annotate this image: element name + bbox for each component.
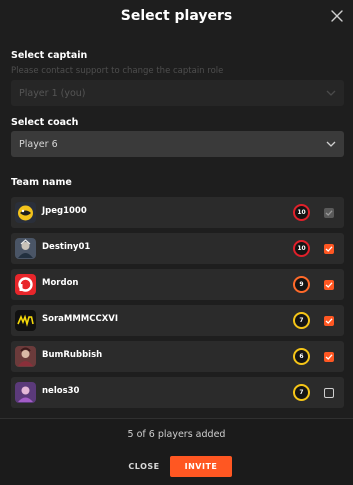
- coach-select[interactable]: Player 6: [11, 131, 344, 157]
- dialog-header: Select players: [0, 0, 353, 34]
- chevron-down-icon: [326, 90, 336, 96]
- rating-badge: 7: [293, 312, 310, 329]
- player-checkbox[interactable]: [324, 244, 334, 254]
- chevron-down-icon: [326, 141, 336, 147]
- rating-badge: 7: [293, 384, 310, 401]
- checkmark-icon: [325, 318, 333, 324]
- player-list: Jpeg1000 10 Destiny01 10 Mordon 9 SoraMM…: [11, 197, 344, 413]
- dialog-footer: 5 of 6 players added CLOSE INVITE: [0, 419, 353, 485]
- checkmark-icon: [325, 282, 333, 288]
- rating-badge: 9: [293, 276, 310, 293]
- navi-logo-icon: [15, 310, 36, 331]
- red-p-logo-icon: [15, 274, 36, 295]
- captain-select-value: Player 1 (you): [19, 87, 86, 99]
- character-portrait-icon: [15, 238, 36, 259]
- checkmark-icon: [325, 354, 333, 360]
- invite-button[interactable]: INVITE: [170, 456, 232, 477]
- player-name: Mordon: [42, 278, 79, 288]
- captain-label: Select captain: [11, 50, 88, 61]
- captain-select: Player 1 (you): [11, 80, 344, 106]
- player-name: Destiny01: [42, 242, 91, 252]
- player-checkbox[interactable]: [324, 280, 334, 290]
- captain-note: Please contact support to change the cap…: [11, 66, 224, 76]
- team-name-label: Team name: [11, 177, 72, 188]
- player-name: nelos30: [42, 386, 80, 396]
- player-checkbox[interactable]: [324, 352, 334, 362]
- rating-badge: 6: [293, 348, 310, 365]
- player-row[interactable]: Destiny01 10: [11, 233, 344, 264]
- close-icon[interactable]: [330, 9, 344, 23]
- character-portrait-icon: [15, 346, 36, 367]
- rating-badge: 10: [293, 204, 310, 221]
- player-checkbox[interactable]: [324, 316, 334, 326]
- checkmark-icon: [325, 246, 333, 252]
- player-name: SoraMMMCCXVI: [42, 314, 119, 324]
- coach-label: Select coach: [11, 117, 79, 128]
- player-row[interactable]: BumRubbish 6: [11, 341, 344, 372]
- player-row[interactable]: SoraMMMCCXVI 7: [11, 305, 344, 336]
- close-button[interactable]: CLOSE: [121, 456, 167, 477]
- player-checkbox[interactable]: [324, 208, 334, 218]
- player-name: Jpeg1000: [42, 206, 87, 216]
- player-row[interactable]: nelos30 7: [11, 377, 344, 408]
- player-row[interactable]: Jpeg1000 10: [11, 197, 344, 228]
- yellow-monster-icon: [15, 202, 36, 223]
- dialog-title: Select players: [120, 8, 233, 24]
- purple-character-icon: [15, 382, 36, 403]
- coach-select-value: Player 6: [19, 138, 58, 150]
- player-row[interactable]: Mordon 9: [11, 269, 344, 300]
- player-checkbox[interactable]: [324, 388, 334, 398]
- players-added-count: 5 of 6 players added: [127, 429, 226, 440]
- player-name: BumRubbish: [42, 350, 103, 360]
- rating-badge: 10: [293, 240, 310, 257]
- checkmark-icon: [325, 210, 333, 216]
